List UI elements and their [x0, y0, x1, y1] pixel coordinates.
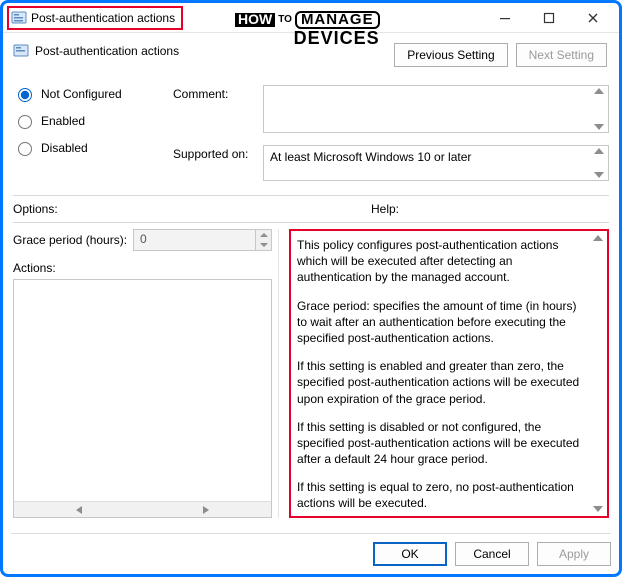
grace-period-label: Grace period (hours): [13, 233, 127, 247]
scroll-up-icon[interactable] [594, 88, 604, 94]
actions-label: Actions: [13, 261, 272, 275]
policy-small-icon [13, 43, 29, 59]
horizontal-scrollbar[interactable] [14, 501, 271, 517]
help-paragraph: If this setting is equal to zero, no pos… [297, 479, 589, 511]
policy-heading: Post-authentication actions [13, 39, 179, 59]
radio-disabled[interactable]: Disabled [13, 139, 173, 156]
grace-period-spinner[interactable] [255, 230, 271, 250]
help-paragraph: This policy configures post-authenticati… [297, 237, 589, 286]
supported-field: At least Microsoft Windows 10 or later [263, 145, 609, 181]
help-text[interactable]: This policy configures post-authenticati… [297, 237, 603, 516]
radio-not-configured[interactable]: Not Configured [13, 85, 173, 102]
help-paragraph: If this setting is disabled or not confi… [297, 419, 589, 468]
help-heading: Help: [371, 202, 399, 216]
scroll-left-icon[interactable] [76, 506, 82, 514]
close-button[interactable] [571, 4, 615, 32]
scroll-right-icon[interactable] [203, 506, 209, 514]
radio-enabled-label: Enabled [41, 114, 85, 128]
radio-enabled[interactable]: Enabled [13, 112, 173, 129]
help-paragraph: Grace period: specifies the amount of ti… [297, 298, 589, 347]
titlebar-title-group: Post-authentication actions [7, 6, 183, 30]
grace-period-value: 0 [134, 230, 255, 250]
spinner-up-icon[interactable] [260, 233, 268, 237]
supported-value: At least Microsoft Windows 10 or later [270, 150, 471, 164]
supported-label: Supported on: [173, 145, 263, 161]
help-scrollbar[interactable] [591, 235, 605, 512]
radio-disabled-input[interactable] [18, 142, 32, 156]
policy-icon [11, 10, 27, 26]
window-title: Post-authentication actions [31, 11, 175, 25]
dialog-footer: OK Cancel Apply [11, 533, 611, 566]
policy-dialog: Post-authentication actions Post-authent… [0, 0, 622, 577]
comment-label: Comment: [173, 85, 263, 101]
scroll-up-icon[interactable] [594, 148, 604, 154]
maximize-button[interactable] [527, 4, 571, 32]
scroll-down-icon[interactable] [594, 172, 604, 178]
ok-button[interactable]: OK [373, 542, 447, 566]
cancel-button[interactable]: Cancel [455, 542, 529, 566]
radio-not-configured-input[interactable] [18, 88, 32, 102]
apply-button[interactable]: Apply [537, 542, 611, 566]
comment-field[interactable] [263, 85, 609, 133]
options-heading: Options: [13, 202, 58, 216]
grace-period-field[interactable]: 0 [133, 229, 272, 251]
policy-name: Post-authentication actions [35, 44, 179, 58]
spinner-down-icon[interactable] [260, 243, 268, 247]
scroll-up-icon[interactable] [593, 235, 603, 241]
actions-dropdown[interactable] [13, 279, 272, 518]
next-setting-button[interactable]: Next Setting [516, 43, 607, 67]
scroll-down-icon[interactable] [593, 506, 603, 512]
minimize-button[interactable] [483, 4, 527, 32]
help-pane: This policy configures post-authenticati… [289, 229, 609, 518]
scroll-down-icon[interactable] [594, 124, 604, 130]
dialog-body: Post-authentication actions Previous Set… [3, 33, 619, 518]
header-row: Post-authentication actions Previous Set… [13, 39, 609, 67]
state-radios: Not Configured Enabled Disabled [13, 85, 173, 181]
radio-enabled-input[interactable] [18, 115, 32, 129]
titlebar: Post-authentication actions [3, 3, 619, 33]
options-pane: Grace period (hours): 0 Actions: [13, 229, 279, 518]
help-paragraph: If this setting is enabled and greater t… [297, 358, 589, 407]
previous-setting-button[interactable]: Previous Setting [394, 43, 507, 67]
radio-not-configured-label: Not Configured [41, 87, 122, 101]
radio-disabled-label: Disabled [41, 141, 88, 155]
